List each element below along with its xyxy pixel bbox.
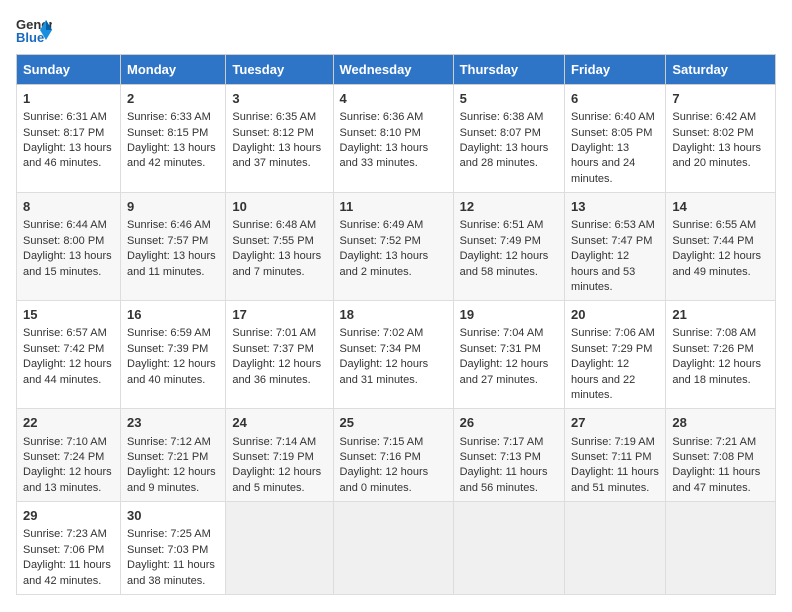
calendar-cell: 14Sunrise: 6:55 AMSunset: 7:44 PMDayligh… <box>666 193 776 301</box>
calendar-cell: 5Sunrise: 6:38 AMSunset: 8:07 PMDaylight… <box>453 85 564 193</box>
day-number: 7 <box>672 90 769 108</box>
day-number: 27 <box>571 414 659 432</box>
day-number: 5 <box>460 90 558 108</box>
calendar-cell <box>453 502 564 595</box>
day-number: 24 <box>232 414 326 432</box>
column-header-row: SundayMondayTuesdayWednesdayThursdayFrid… <box>17 55 776 85</box>
calendar-cell: 26Sunrise: 7:17 AMSunset: 7:13 PMDayligh… <box>453 409 564 502</box>
calendar-table: SundayMondayTuesdayWednesdayThursdayFrid… <box>16 54 776 595</box>
calendar-cell <box>565 502 666 595</box>
calendar-cell <box>666 502 776 595</box>
calendar-cell: 4Sunrise: 6:36 AMSunset: 8:10 PMDaylight… <box>333 85 453 193</box>
day-number: 26 <box>460 414 558 432</box>
day-number: 4 <box>340 90 447 108</box>
calendar-cell: 11Sunrise: 6:49 AMSunset: 7:52 PMDayligh… <box>333 193 453 301</box>
column-header-wednesday: Wednesday <box>333 55 453 85</box>
column-header-monday: Monday <box>121 55 226 85</box>
calendar-cell: 20Sunrise: 7:06 AMSunset: 7:29 PMDayligh… <box>565 301 666 409</box>
calendar-cell: 12Sunrise: 6:51 AMSunset: 7:49 PMDayligh… <box>453 193 564 301</box>
day-number: 19 <box>460 306 558 324</box>
calendar-cell: 8Sunrise: 6:44 AMSunset: 8:00 PMDaylight… <box>17 193 121 301</box>
calendar-body: 1Sunrise: 6:31 AMSunset: 8:17 PMDaylight… <box>17 85 776 595</box>
day-number: 6 <box>571 90 659 108</box>
column-header-sunday: Sunday <box>17 55 121 85</box>
calendar-cell: 21Sunrise: 7:08 AMSunset: 7:26 PMDayligh… <box>666 301 776 409</box>
day-number: 14 <box>672 198 769 216</box>
calendar-week-3: 15Sunrise: 6:57 AMSunset: 7:42 PMDayligh… <box>17 301 776 409</box>
calendar-week-4: 22Sunrise: 7:10 AMSunset: 7:24 PMDayligh… <box>17 409 776 502</box>
calendar-cell: 30Sunrise: 7:25 AMSunset: 7:03 PMDayligh… <box>121 502 226 595</box>
day-number: 13 <box>571 198 659 216</box>
calendar-week-2: 8Sunrise: 6:44 AMSunset: 8:00 PMDaylight… <box>17 193 776 301</box>
calendar-cell: 29Sunrise: 7:23 AMSunset: 7:06 PMDayligh… <box>17 502 121 595</box>
day-number: 9 <box>127 198 219 216</box>
calendar-week-5: 29Sunrise: 7:23 AMSunset: 7:06 PMDayligh… <box>17 502 776 595</box>
day-number: 18 <box>340 306 447 324</box>
calendar-cell: 7Sunrise: 6:42 AMSunset: 8:02 PMDaylight… <box>666 85 776 193</box>
day-number: 22 <box>23 414 114 432</box>
calendar-cell <box>226 502 333 595</box>
day-number: 3 <box>232 90 326 108</box>
calendar-cell: 10Sunrise: 6:48 AMSunset: 7:55 PMDayligh… <box>226 193 333 301</box>
day-number: 30 <box>127 507 219 525</box>
calendar-cell: 15Sunrise: 6:57 AMSunset: 7:42 PMDayligh… <box>17 301 121 409</box>
calendar-cell: 17Sunrise: 7:01 AMSunset: 7:37 PMDayligh… <box>226 301 333 409</box>
day-number: 28 <box>672 414 769 432</box>
day-number: 29 <box>23 507 114 525</box>
calendar-cell: 1Sunrise: 6:31 AMSunset: 8:17 PMDaylight… <box>17 85 121 193</box>
calendar-cell: 2Sunrise: 6:33 AMSunset: 8:15 PMDaylight… <box>121 85 226 193</box>
svg-text:Blue: Blue <box>16 30 44 44</box>
calendar-cell: 28Sunrise: 7:21 AMSunset: 7:08 PMDayligh… <box>666 409 776 502</box>
column-header-friday: Friday <box>565 55 666 85</box>
day-number: 2 <box>127 90 219 108</box>
day-number: 1 <box>23 90 114 108</box>
day-number: 15 <box>23 306 114 324</box>
calendar-cell: 3Sunrise: 6:35 AMSunset: 8:12 PMDaylight… <box>226 85 333 193</box>
column-header-saturday: Saturday <box>666 55 776 85</box>
day-number: 12 <box>460 198 558 216</box>
day-number: 23 <box>127 414 219 432</box>
day-number: 8 <box>23 198 114 216</box>
day-number: 25 <box>340 414 447 432</box>
calendar-cell: 22Sunrise: 7:10 AMSunset: 7:24 PMDayligh… <box>17 409 121 502</box>
calendar-cell: 23Sunrise: 7:12 AMSunset: 7:21 PMDayligh… <box>121 409 226 502</box>
logo: General Blue <box>16 16 52 44</box>
day-number: 10 <box>232 198 326 216</box>
calendar-cell: 24Sunrise: 7:14 AMSunset: 7:19 PMDayligh… <box>226 409 333 502</box>
calendar-cell: 25Sunrise: 7:15 AMSunset: 7:16 PMDayligh… <box>333 409 453 502</box>
day-number: 20 <box>571 306 659 324</box>
day-number: 21 <box>672 306 769 324</box>
logo-icon: General Blue <box>16 16 52 44</box>
column-header-tuesday: Tuesday <box>226 55 333 85</box>
calendar-cell: 19Sunrise: 7:04 AMSunset: 7:31 PMDayligh… <box>453 301 564 409</box>
day-number: 17 <box>232 306 326 324</box>
day-number: 11 <box>340 198 447 216</box>
calendar-cell: 16Sunrise: 6:59 AMSunset: 7:39 PMDayligh… <box>121 301 226 409</box>
calendar-cell: 18Sunrise: 7:02 AMSunset: 7:34 PMDayligh… <box>333 301 453 409</box>
calendar-cell <box>333 502 453 595</box>
calendar-week-1: 1Sunrise: 6:31 AMSunset: 8:17 PMDaylight… <box>17 85 776 193</box>
calendar-cell: 13Sunrise: 6:53 AMSunset: 7:47 PMDayligh… <box>565 193 666 301</box>
day-number: 16 <box>127 306 219 324</box>
column-header-thursday: Thursday <box>453 55 564 85</box>
calendar-cell: 9Sunrise: 6:46 AMSunset: 7:57 PMDaylight… <box>121 193 226 301</box>
header: General Blue <box>16 16 776 44</box>
calendar-cell: 6Sunrise: 6:40 AMSunset: 8:05 PMDaylight… <box>565 85 666 193</box>
calendar-cell: 27Sunrise: 7:19 AMSunset: 7:11 PMDayligh… <box>565 409 666 502</box>
